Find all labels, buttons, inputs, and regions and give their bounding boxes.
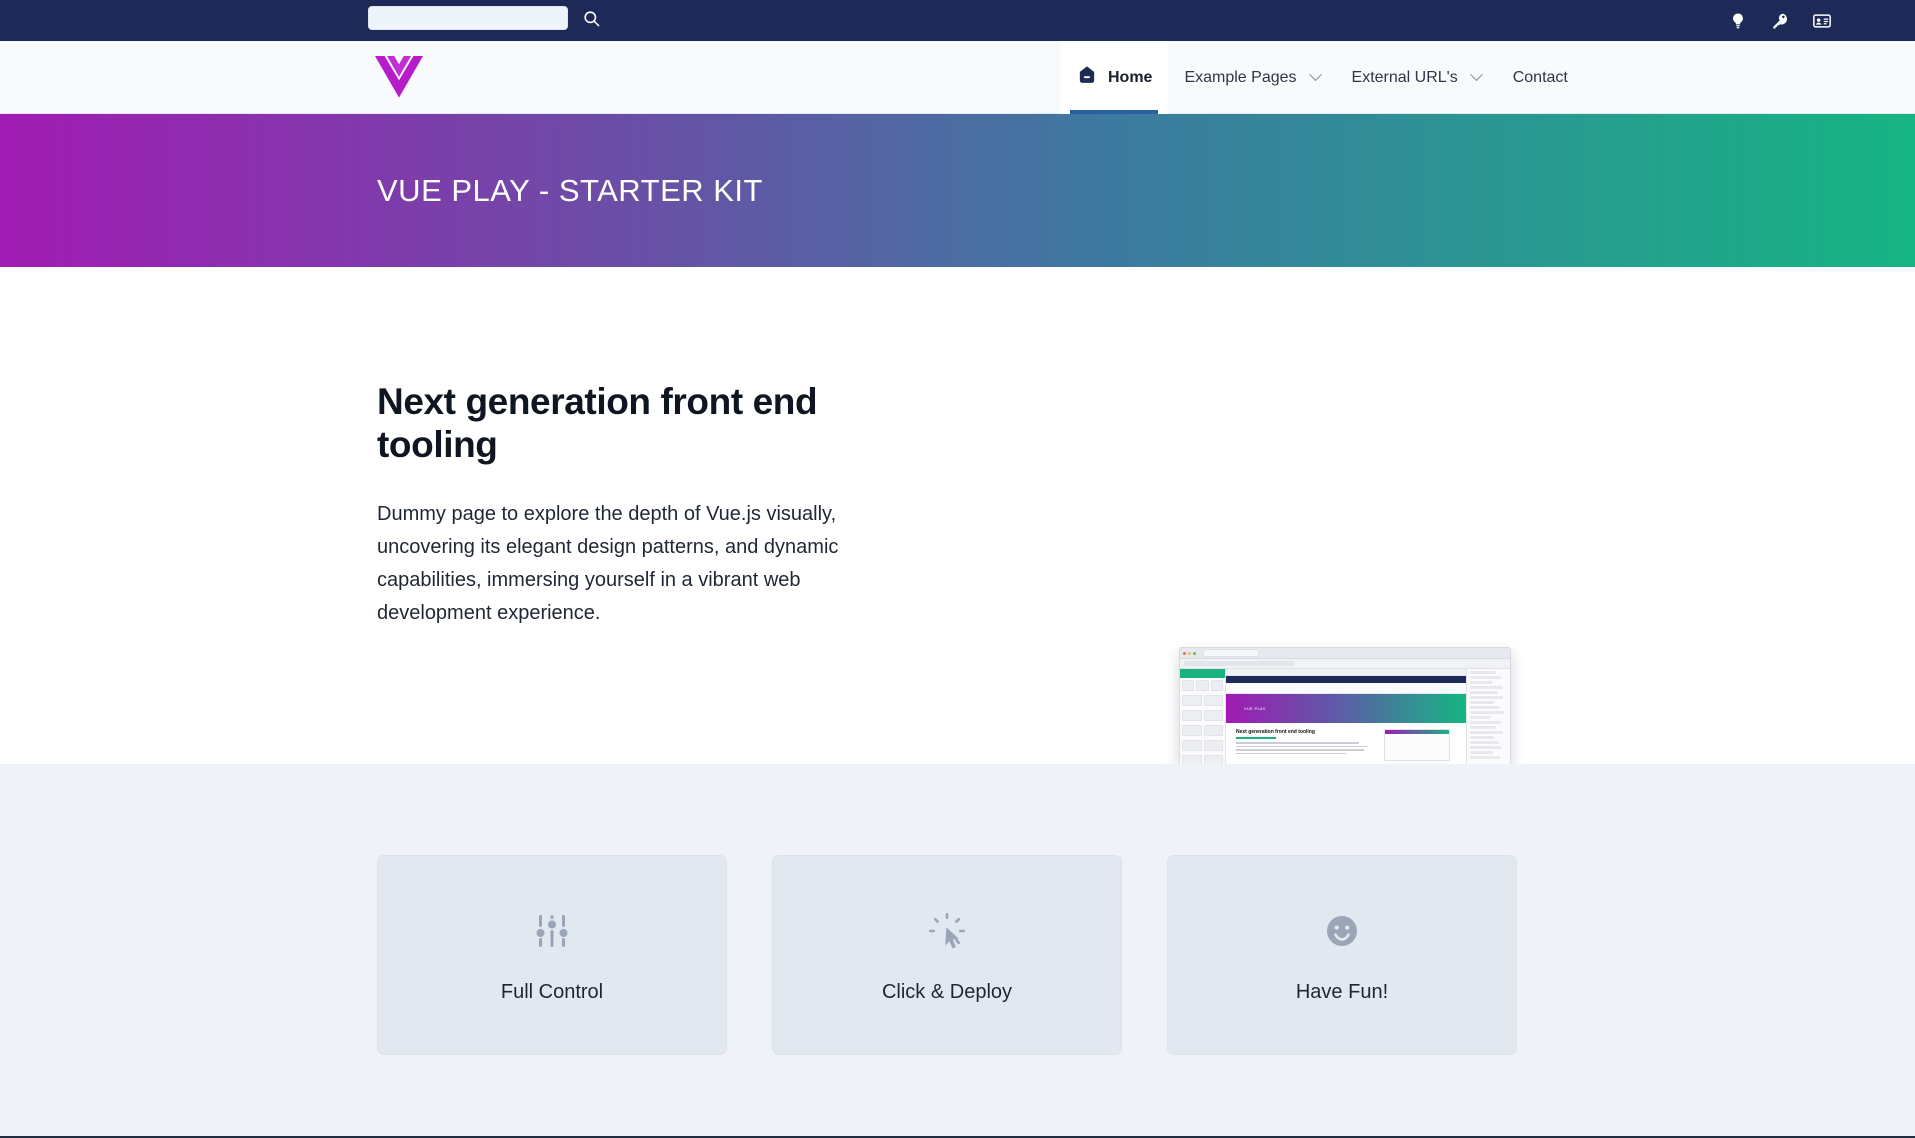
chevron-down-icon bbox=[1469, 68, 1483, 82]
search-icon[interactable] bbox=[580, 7, 602, 29]
id-card-icon[interactable] bbox=[1811, 10, 1833, 32]
features-section: Full Control Click & Deploy Have Fun! bbox=[0, 764, 1915, 1136]
nav-item-external-urls-label: External URL's bbox=[1351, 68, 1458, 86]
preview-inner-thumbnail bbox=[1384, 729, 1450, 761]
intro-section: Next generation front end tooling Dummy … bbox=[0, 267, 1915, 852]
lightbulb-icon[interactable] bbox=[1727, 10, 1749, 32]
smiley-face-icon bbox=[1318, 907, 1366, 955]
search-input[interactable] bbox=[368, 6, 568, 30]
cursor-click-icon bbox=[923, 907, 971, 955]
preview-url-bar bbox=[1180, 659, 1510, 669]
intro-text-block: Next generation front end tooling Dummy … bbox=[377, 381, 937, 630]
preview-browser-tab bbox=[1203, 649, 1259, 657]
top-utility-bar bbox=[0, 0, 1915, 41]
chevron-down-icon bbox=[1308, 68, 1322, 82]
vue-logo[interactable] bbox=[375, 56, 423, 98]
feature-card-list: Full Control Click & Deploy Have Fun! bbox=[377, 855, 1517, 1055]
feature-card-label: Click & Deploy bbox=[881, 980, 1013, 1003]
search-area bbox=[368, 6, 602, 30]
hero-banner: VUE PLAY - STARTER KIT bbox=[0, 114, 1915, 267]
feature-card-click-deploy[interactable]: Click & Deploy bbox=[772, 855, 1122, 1055]
intro-paragraph: Dummy page to explore the depth of Vue.j… bbox=[377, 503, 839, 625]
preview-hero-title: VUE PLAY bbox=[1244, 706, 1266, 711]
sliders-icon bbox=[528, 907, 576, 955]
nav-item-contact-label: Contact bbox=[1512, 68, 1568, 86]
hero-title: VUE PLAY - STARTER KIT bbox=[377, 172, 763, 208]
topbar-icon-group bbox=[1727, 0, 1833, 41]
home-icon bbox=[1076, 64, 1098, 91]
feature-card-have-fun[interactable]: Have Fun! bbox=[1167, 855, 1517, 1055]
nav-item-home-label: Home bbox=[1108, 68, 1153, 86]
feature-card-label: Full Control bbox=[500, 980, 604, 1003]
main-navbar: Home Example Pages External URL's Contac… bbox=[0, 41, 1915, 114]
page-title: Next generation front end tooling bbox=[377, 381, 818, 465]
feature-card-full-control[interactable]: Full Control bbox=[377, 855, 727, 1055]
nav-item-example-pages[interactable]: Example Pages bbox=[1168, 41, 1335, 114]
feature-card-label: Have Fun! bbox=[1295, 980, 1389, 1003]
nav-item-contact[interactable]: Contact bbox=[1497, 41, 1584, 114]
nav-item-example-pages-label: Example Pages bbox=[1184, 68, 1297, 86]
nav-item-home[interactable]: Home bbox=[1060, 41, 1169, 114]
nav-item-external-urls[interactable]: External URL's bbox=[1336, 41, 1497, 114]
preview-window-chrome bbox=[1180, 648, 1510, 659]
key-icon[interactable] bbox=[1769, 10, 1791, 32]
nav-items: Home Example Pages External URL's Contac… bbox=[1060, 41, 1584, 114]
